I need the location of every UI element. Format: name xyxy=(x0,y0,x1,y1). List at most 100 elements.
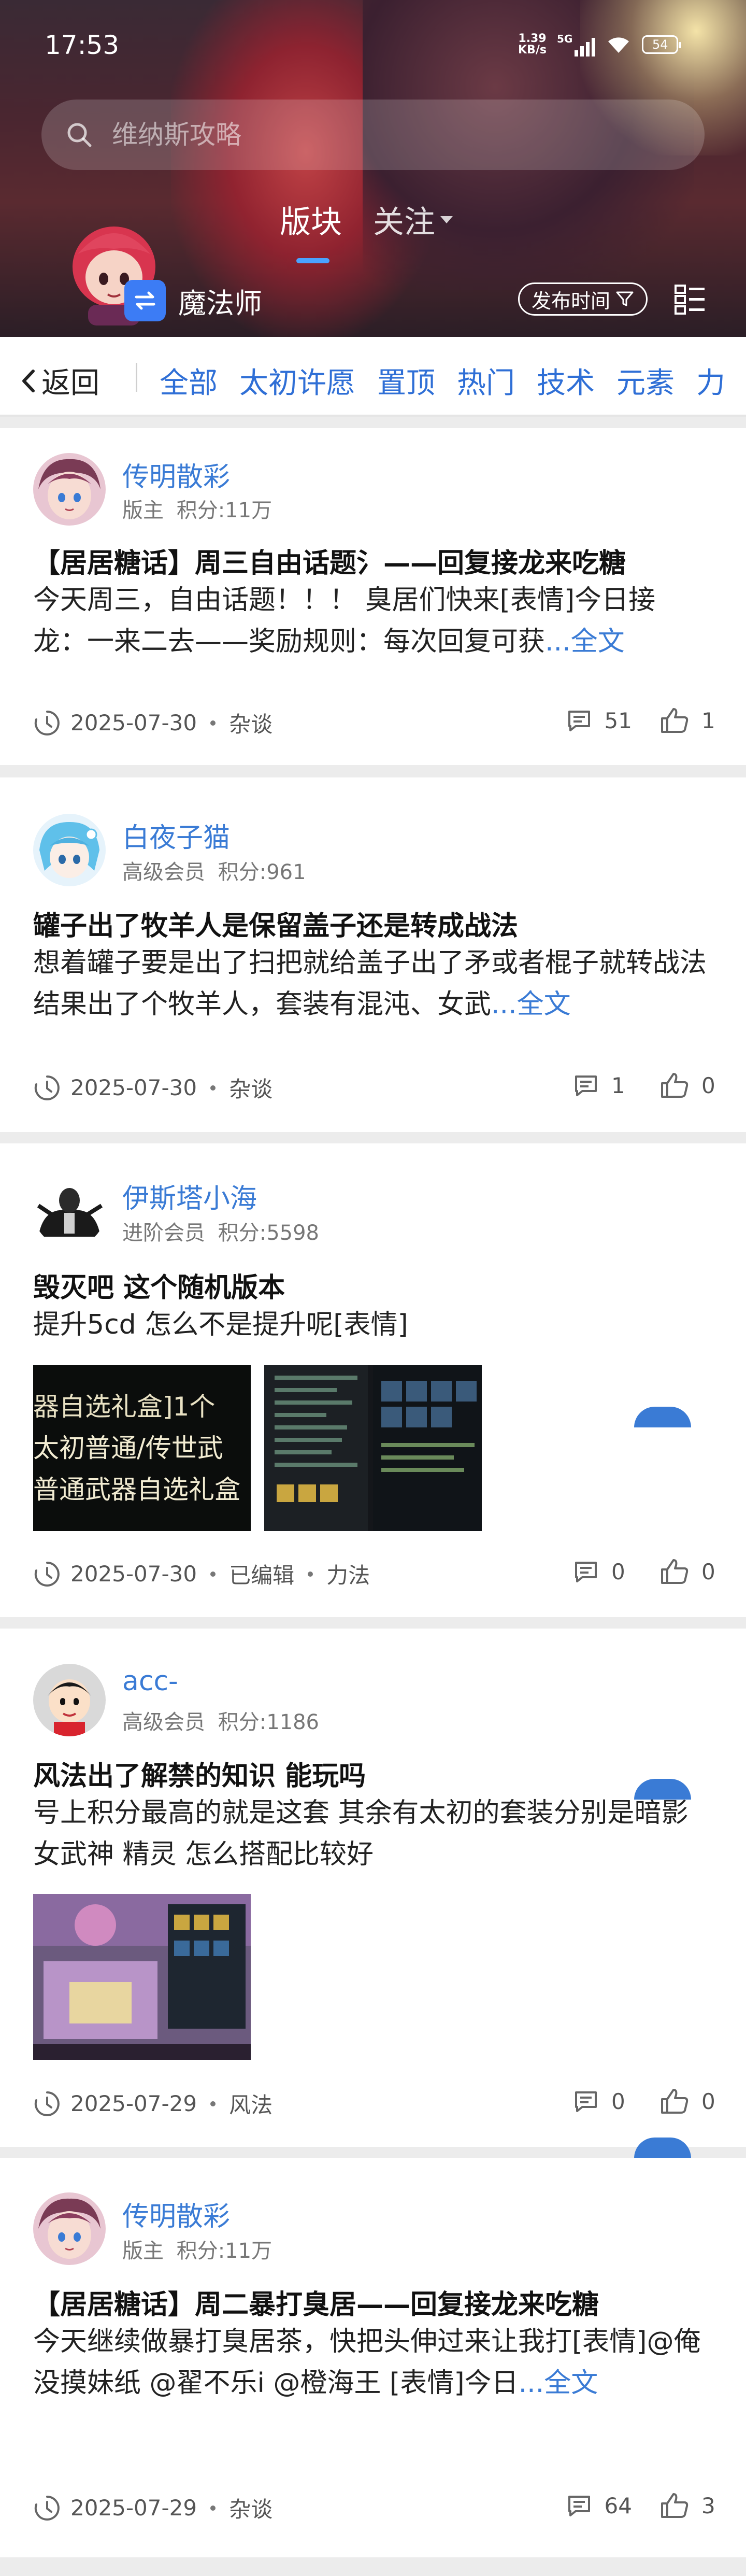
category-all[interactable]: 全部 xyxy=(160,360,218,402)
post-stats: 64 3 xyxy=(566,2492,722,2519)
post-card[interactable]: 伊斯塔小海 进阶会员 积分:5598 毁灭吧 这个随机版本 提升5cd 怎么不是… xyxy=(0,1143,746,1617)
post-body-text: 提升5cd 怎么不是提升呢[表情] xyxy=(33,1309,408,1340)
post-body[interactable]: 提升5cd 怎么不是提升呢[表情] xyxy=(33,1304,707,1346)
list-grid-icon[interactable] xyxy=(673,282,707,316)
post-footer: 2025-07-30 杂谈 1 0 xyxy=(33,1072,722,1103)
post-body-text: 号上积分最高的就是这套 其余有太初的套装分别是暗影 女武神 精灵 怎么搭配比较好 xyxy=(33,1797,688,1870)
job-selector[interactable]: 魔法师 xyxy=(124,280,262,321)
category-tech[interactable]: 技术 xyxy=(537,360,595,402)
username[interactable]: acc- xyxy=(122,1666,178,1697)
status-icons: 1.39 KB/s 5G 54 xyxy=(518,29,682,60)
battery-icon: 54 xyxy=(642,35,682,54)
user-meta: 高级会员 积分:961 xyxy=(122,855,306,885)
tab-follow-label: 关注 xyxy=(373,204,435,240)
avatar[interactable] xyxy=(33,453,106,526)
thumbs-up-icon[interactable] xyxy=(660,2088,689,2115)
read-more-link[interactable]: ...全文 xyxy=(519,2368,598,2399)
read-more-link[interactable]: ...全文 xyxy=(545,626,625,657)
like-count: 0 xyxy=(701,2088,715,2114)
post-info: 2025-07-30 已编辑 力法 xyxy=(33,1558,370,1590)
username[interactable]: 白夜子猫 xyxy=(122,816,230,855)
category-pinned[interactable]: 置顶 xyxy=(377,360,435,402)
avatar[interactable] xyxy=(33,2192,106,2265)
image-caption-line: 太初普通/传世武 xyxy=(33,1433,223,1463)
post-title[interactable]: 【居居糖话】周二暴打臭居——回复接龙来吃糖 xyxy=(33,2283,599,2322)
user-role: 高级会员 xyxy=(122,860,205,884)
scroll-top-fab[interactable] xyxy=(634,1407,691,1427)
post-title[interactable]: 风法出了解禁的知识 能玩吗 xyxy=(33,1754,366,1793)
post-card[interactable]: 白夜子猫 高级会员 积分:961 罐子出了牧羊人是保留盖子还是转成战法 想着罐子… xyxy=(0,777,746,1132)
post-body-text: 想着罐子要是出了扫把就给盖子出了矛或者棍子就转战法 结果出了个牧羊人，套装有混沌… xyxy=(33,947,707,1020)
avatar[interactable] xyxy=(33,1174,106,1247)
divider xyxy=(136,363,137,392)
comment-count: 0 xyxy=(611,2088,625,2114)
avatar[interactable] xyxy=(33,814,106,886)
category-element[interactable]: 元素 xyxy=(616,360,675,402)
post-card[interactable]: 传明散彩 版主 积分:11万 【居居糖话】周三自由话题氵——回复接龙来吃糖 今天… xyxy=(0,428,746,765)
username[interactable]: 伊斯塔小海 xyxy=(122,1177,257,1215)
image-caption-line: 器自选礼盒]1个 xyxy=(33,1392,216,1422)
post-title[interactable]: 毁灭吧 这个随机版本 xyxy=(33,1266,285,1305)
search-bar[interactable] xyxy=(41,100,705,170)
category-wish[interactable]: 太初许愿 xyxy=(239,360,355,402)
scroll-top-fab[interactable] xyxy=(634,1779,691,1800)
thumbs-up-icon[interactable] xyxy=(660,707,689,734)
like-count: 0 xyxy=(701,1559,715,1584)
user-points: 积分:961 xyxy=(218,860,306,884)
chevron-left-icon xyxy=(22,369,35,392)
post-body[interactable]: 号上积分最高的就是这套 其余有太初的套装分别是暗影 女武神 精灵 怎么搭配比较好 xyxy=(33,1792,707,1875)
comment-icon[interactable] xyxy=(566,707,592,733)
post-body[interactable]: 今天周三，自由话题！！！ 臭居们快来[表情]今日接龙：一来二去——奖励规则：每次… xyxy=(33,579,707,662)
post-image[interactable]: 器自选礼盒]1个 太初普通/传世武 普通武器自选礼盒 xyxy=(33,1365,251,1531)
post-info: 2025-07-29 风法 xyxy=(33,2088,272,2119)
comment-icon[interactable] xyxy=(573,2088,599,2114)
post-info: 2025-07-30 杂谈 xyxy=(33,1072,272,1103)
comment-count: 1 xyxy=(611,1072,625,1098)
comment-icon[interactable] xyxy=(573,1072,599,1098)
username[interactable]: 传明散彩 xyxy=(122,2195,230,2233)
post-date: 2025-07-30 xyxy=(70,1075,197,1100)
post-edited: 已编辑 xyxy=(229,1563,295,1588)
back-button[interactable]: 返回 xyxy=(21,360,99,402)
back-label: 返回 xyxy=(41,366,99,400)
read-more-link[interactable]: ...全文 xyxy=(491,989,571,1020)
sort-by-time-button[interactable]: 发布时间 xyxy=(518,282,648,316)
thumbs-up-icon[interactable] xyxy=(660,2492,689,2519)
post-image[interactable] xyxy=(264,1365,482,1531)
user-role: 进阶会员 xyxy=(122,1221,205,1245)
post-footer: 2025-07-30 杂谈 51 1 xyxy=(33,707,722,738)
username[interactable]: 传明散彩 xyxy=(122,455,230,494)
chevron-down-icon xyxy=(440,216,453,223)
thumbs-up-icon[interactable] xyxy=(660,1072,689,1099)
post-body[interactable]: 今天继续做暴打臭居茶，快把头伸过来让我打[表情]@俺没摸妹纸 @翟不乐i @橙海… xyxy=(33,2321,707,2404)
network-speed-value: 1.39 xyxy=(518,32,547,45)
category-force[interactable]: 力 xyxy=(696,360,725,402)
post-body[interactable]: 想着罐子要是出了扫把就给盖子出了矛或者棍子就转战法 结果出了个牧羊人，套装有混沌… xyxy=(33,942,707,1025)
avatar[interactable] xyxy=(33,1664,106,1736)
user-role: 版主 xyxy=(122,2239,164,2263)
tab-follow[interactable]: 关注 xyxy=(373,197,453,242)
comment-icon[interactable] xyxy=(566,2493,592,2518)
tab-sections-label: 版块 xyxy=(280,204,342,240)
top-tab-bar: 版块 关注 xyxy=(280,197,453,263)
post-card[interactable]: acc- 高级会员 积分:1186 风法出了解禁的知识 能玩吗 号上积分最高的就… xyxy=(0,1629,746,2147)
clock-icon xyxy=(34,2091,60,2116)
post-stats: 1 0 xyxy=(573,1072,722,1099)
post-tag: 力法 xyxy=(326,1563,370,1588)
category-hot[interactable]: 热门 xyxy=(457,360,515,402)
post-image[interactable] xyxy=(33,1894,251,2060)
separator-dot xyxy=(210,1085,216,1091)
comment-icon[interactable] xyxy=(573,1559,599,1584)
comment-count: 64 xyxy=(604,2493,632,2518)
post-card[interactable]: 传明散彩 版主 积分:11万 【居居糖话】周二暴打臭居——回复接龙来吃糖 今天继… xyxy=(0,2138,746,2557)
post-title[interactable]: 【居居糖话】周三自由话题氵——回复接龙来吃糖 xyxy=(33,541,626,580)
search-input[interactable] xyxy=(111,119,579,150)
search-icon xyxy=(67,123,92,147)
tab-sections[interactable]: 版块 xyxy=(280,197,342,263)
post-title[interactable]: 罐子出了牧羊人是保留盖子还是转成战法 xyxy=(33,904,518,943)
network-speed-unit: KB/s xyxy=(518,44,547,56)
filter-funnel-icon xyxy=(616,291,634,306)
image-caption-line: 普通武器自选礼盒 xyxy=(33,1475,240,1505)
post-date: 2025-07-30 xyxy=(70,710,197,735)
thumbs-up-icon[interactable] xyxy=(660,1558,689,1585)
